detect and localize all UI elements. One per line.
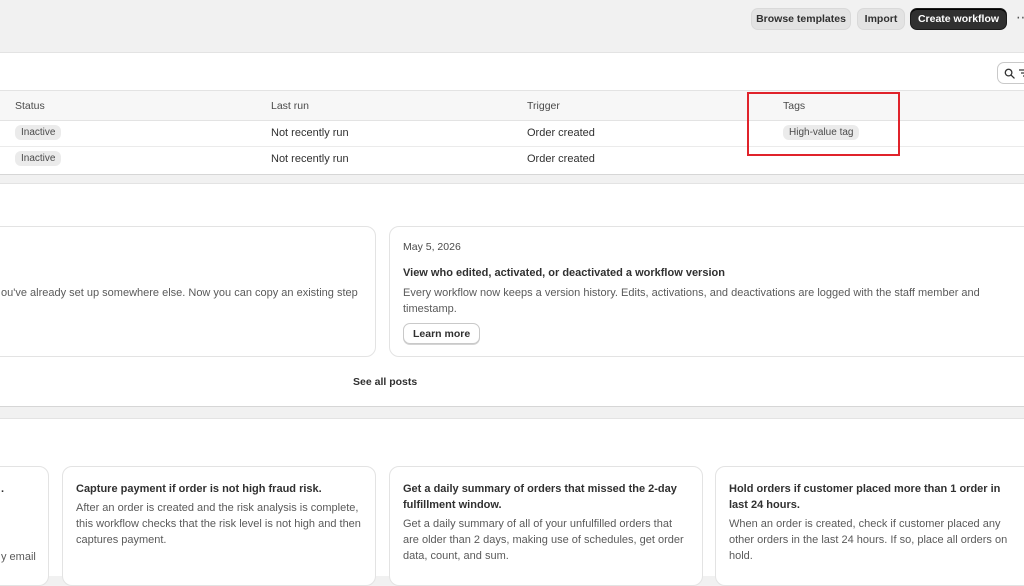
status-badge: Inactive (15, 125, 62, 140)
create-workflow-button[interactable]: Create workflow (910, 8, 1007, 30)
template-title: . (1, 483, 5, 495)
template-card-partial[interactable]: . y email (0, 466, 49, 586)
column-trigger[interactable]: Trigger (527, 100, 560, 112)
page-actions-bar: Browse templates Import Create workflow … (0, 0, 1024, 40)
templates-section: . y email Capture payment if order is no… (0, 418, 1024, 586)
trigger-cell: Order created (527, 153, 595, 165)
template-card-daily-summary[interactable]: Get a daily summary of orders that misse… (389, 466, 703, 586)
last-run-cell: Not recently run (271, 127, 349, 139)
browse-templates-button[interactable]: Browse templates (751, 8, 851, 30)
news-body: ou've already set up somewhere else. Now… (1, 287, 358, 299)
template-title: Get a daily summary of orders that misse… (403, 483, 677, 511)
template-desc: When an order is created, check if custo… (729, 518, 1008, 562)
news-date: May 5, 2026 (403, 241, 461, 253)
template-desc: y email (1, 551, 36, 563)
template-card-hold-orders[interactable]: Hold orders if customer placed more than… (715, 466, 1024, 586)
filter-icon (1019, 69, 1024, 77)
news-body: Every workflow now keeps a version histo… (403, 287, 980, 315)
template-desc: After an order is created and the risk a… (76, 502, 361, 546)
tags-highlight-box (747, 92, 900, 156)
status-badge: Inactive (15, 151, 62, 166)
trigger-cell: Order created (527, 127, 595, 139)
template-desc: Get a daily summary of all of your unful… (403, 518, 684, 562)
news-card-version-history: May 5, 2026 View who edited, activated, … (389, 226, 1024, 357)
template-title: Capture payment if order is not high fra… (76, 483, 322, 495)
column-status[interactable]: Status (15, 100, 45, 112)
news-title: View who edited, activated, or deactivat… (403, 267, 725, 279)
column-last-run[interactable]: Last run (271, 100, 309, 112)
search-filter-toggle[interactable] (997, 62, 1024, 84)
import-button[interactable]: Import (857, 8, 905, 30)
template-title: Hold orders if customer placed more than… (729, 483, 1001, 511)
news-card-previous: ou've already set up somewhere else. Now… (0, 226, 376, 357)
search-icon (1004, 68, 1015, 79)
see-all-posts-link[interactable]: See all posts (353, 376, 417, 388)
more-actions-icon[interactable]: ⋯ (1016, 9, 1024, 26)
template-card-capture-payment[interactable]: Capture payment if order is not high fra… (62, 466, 376, 586)
learn-more-button[interactable]: Learn more (403, 323, 481, 344)
last-run-cell: Not recently run (271, 153, 349, 165)
whats-new-section: ou've already set up somewhere else. Now… (0, 183, 1024, 407)
